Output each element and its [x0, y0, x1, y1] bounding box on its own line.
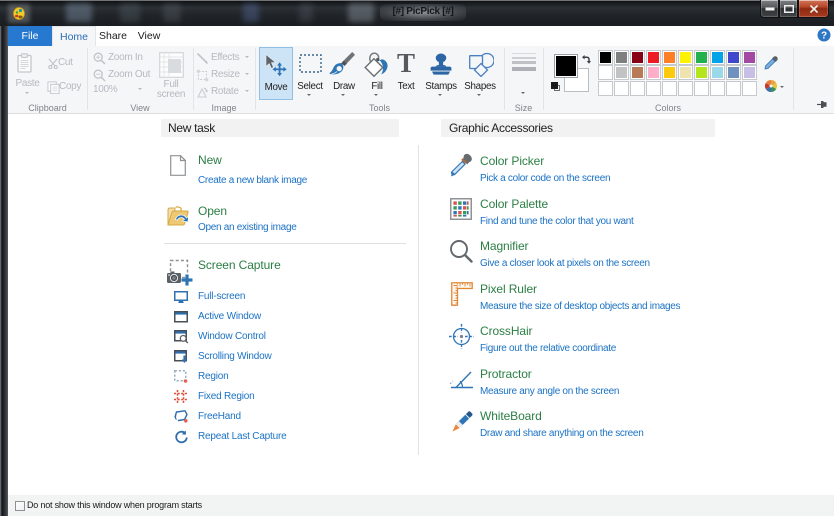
svg-text:?: ? [821, 31, 827, 42]
